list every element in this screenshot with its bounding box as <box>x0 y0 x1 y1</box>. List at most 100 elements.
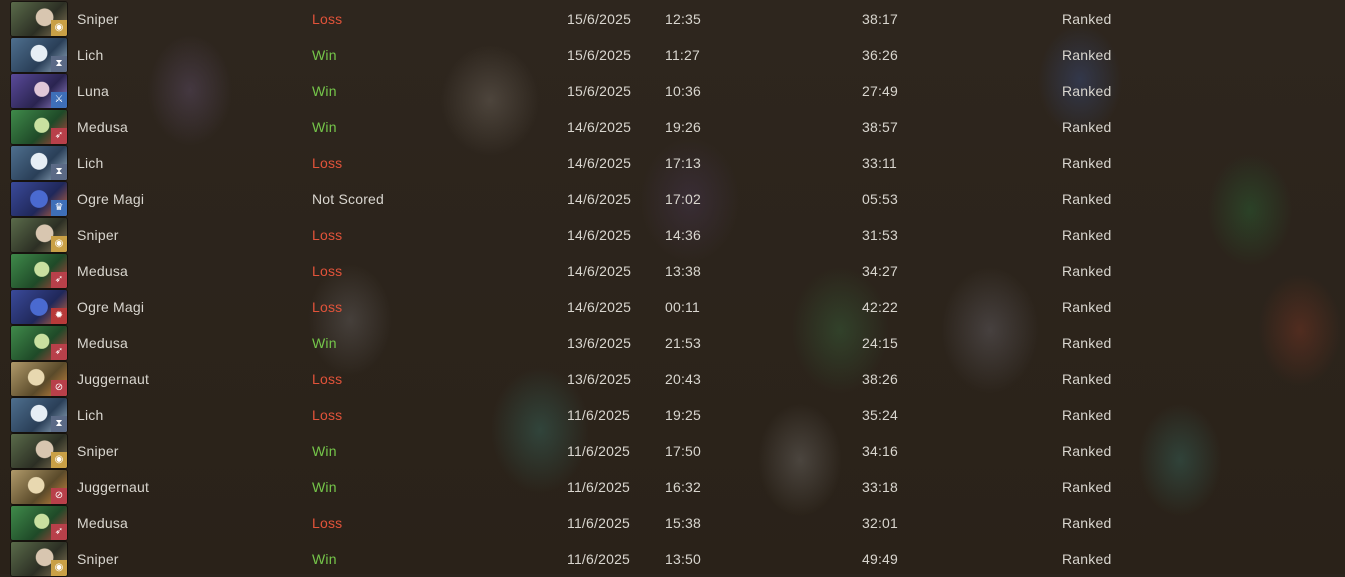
match-date: 14/6/2025 <box>567 263 632 279</box>
match-date: 11/6/2025 <box>567 443 631 459</box>
match-duration: 32:01 <box>862 515 899 531</box>
match-date: 14/6/2025 <box>567 227 632 243</box>
match-duration: 38:26 <box>862 371 899 387</box>
hero-portrait-icon: ➶ <box>11 110 67 144</box>
hero-portrait-icon: ◉ <box>11 2 67 36</box>
game-mode: Ranked <box>1062 11 1112 27</box>
match-row[interactable]: ⊘ Juggernaut Loss 13/6/2025 20:43 38:26 Ranked <box>0 361 1345 397</box>
game-mode: Ranked <box>1062 443 1112 459</box>
hero-portrait-icon: ⧗ <box>11 38 67 72</box>
hourglass-icon: ⧗ <box>51 416 67 432</box>
hero-name: Sniper <box>77 551 119 567</box>
match-result: Win <box>312 551 337 567</box>
match-time: 13:50 <box>665 551 702 567</box>
match-duration: 24:15 <box>862 335 899 351</box>
match-row[interactable]: ➶ Medusa Win 14/6/2025 19:26 38:57 Ranked <box>0 109 1345 145</box>
match-date: 11/6/2025 <box>567 551 631 567</box>
match-row[interactable]: ◉ Sniper Loss 15/6/2025 12:35 38:17 Ranked <box>0 1 1345 37</box>
match-date: 13/6/2025 <box>567 371 632 387</box>
hero-name: Lich <box>77 407 104 423</box>
game-mode: Ranked <box>1062 299 1112 315</box>
match-result: Win <box>312 119 337 135</box>
match-row[interactable]: ⧗ Lich Loss 11/6/2025 19:25 35:24 Ranked <box>0 397 1345 433</box>
match-row[interactable]: ⧗ Lich Loss 14/6/2025 17:13 33:11 Ranked <box>0 145 1345 181</box>
hero-name: Ogre Magi <box>77 299 145 315</box>
match-date: 11/6/2025 <box>567 479 631 495</box>
match-duration: 34:27 <box>862 263 899 279</box>
match-row[interactable]: ✹ Ogre Magi Loss 14/6/2025 00:11 42:22 Ranked <box>0 289 1345 325</box>
game-mode: Ranked <box>1062 371 1112 387</box>
hero-name: Sniper <box>77 443 119 459</box>
hero-portrait-icon: ♛ <box>11 182 67 216</box>
game-mode: Ranked <box>1062 335 1112 351</box>
match-row[interactable]: ➶ Medusa Loss 14/6/2025 13:38 34:27 Ranked <box>0 253 1345 289</box>
match-duration: 35:24 <box>862 407 899 423</box>
match-time: 15:38 <box>665 515 702 531</box>
match-time: 19:25 <box>665 407 702 423</box>
eye-icon: ◉ <box>51 452 67 468</box>
match-row[interactable]: ➶ Medusa Loss 11/6/2025 15:38 32:01 Ranked <box>0 505 1345 541</box>
bow-icon: ➶ <box>51 524 67 540</box>
hero-portrait-icon: ⊘ <box>11 362 67 396</box>
match-time: 13:38 <box>665 263 702 279</box>
match-duration: 33:18 <box>862 479 899 495</box>
match-result: Loss <box>312 299 343 315</box>
hero-name: Juggernaut <box>77 371 150 387</box>
match-date: 14/6/2025 <box>567 155 632 171</box>
match-time: 20:43 <box>665 371 702 387</box>
game-mode: Ranked <box>1062 515 1112 531</box>
match-time: 00:11 <box>665 299 700 315</box>
match-date: 14/6/2025 <box>567 299 632 315</box>
hourglass-icon: ⧗ <box>51 56 67 72</box>
match-result: Win <box>312 335 337 351</box>
hero-name: Medusa <box>77 335 129 351</box>
hero-name: Sniper <box>77 227 119 243</box>
match-date: 11/6/2025 <box>567 515 631 531</box>
hero-portrait-icon: ◉ <box>11 218 67 252</box>
bow-icon: ➶ <box>51 272 67 288</box>
match-time: 12:35 <box>665 11 702 27</box>
skull-icon: ✹ <box>51 308 67 324</box>
match-row[interactable]: ➶ Medusa Win 13/6/2025 21:53 24:15 Ranked <box>0 325 1345 361</box>
hero-name: Luna <box>77 83 109 99</box>
match-row[interactable]: ◉ Sniper Win 11/6/2025 13:50 49:49 Ranked <box>0 541 1345 577</box>
match-result: Loss <box>312 155 343 171</box>
match-row[interactable]: ◉ Sniper Loss 14/6/2025 14:36 31:53 Ranked <box>0 217 1345 253</box>
game-mode: Ranked <box>1062 227 1112 243</box>
match-row[interactable]: ⚔ Luna Win 15/6/2025 10:36 27:49 Ranked <box>0 73 1345 109</box>
game-mode: Ranked <box>1062 551 1112 567</box>
hero-portrait-icon: ➶ <box>11 506 67 540</box>
hero-name: Lich <box>77 155 104 171</box>
match-time: 21:53 <box>665 335 702 351</box>
match-duration: 33:11 <box>862 155 897 171</box>
hero-name: Sniper <box>77 11 119 27</box>
match-result: Loss <box>312 11 343 27</box>
crown-icon: ♛ <box>51 200 67 216</box>
sword-icon: ⚔ <box>51 92 67 108</box>
hero-name: Ogre Magi <box>77 191 145 207</box>
match-result: Loss <box>312 371 343 387</box>
game-mode: Ranked <box>1062 407 1112 423</box>
match-duration: 36:26 <box>862 47 899 63</box>
match-time: 11:27 <box>665 47 700 63</box>
match-duration: 34:16 <box>862 443 899 459</box>
game-mode: Ranked <box>1062 47 1112 63</box>
match-result: Win <box>312 83 337 99</box>
match-date: 15/6/2025 <box>567 11 632 27</box>
game-mode: Ranked <box>1062 263 1112 279</box>
match-duration: 05:53 <box>862 191 899 207</box>
match-date: 15/6/2025 <box>567 83 632 99</box>
match-result: Not Scored <box>312 191 385 207</box>
bow-icon: ➶ <box>51 344 67 360</box>
match-date: 11/6/2025 <box>567 407 631 423</box>
match-result: Loss <box>312 515 343 531</box>
eye-icon: ◉ <box>51 236 67 252</box>
match-date: 15/6/2025 <box>567 47 632 63</box>
match-row[interactable]: ⧗ Lich Win 15/6/2025 11:27 36:26 Ranked <box>0 37 1345 73</box>
match-row[interactable]: ♛ Ogre Magi Not Scored 14/6/2025 17:02 05:53 R… <box>0 181 1345 217</box>
match-time: 10:36 <box>665 83 702 99</box>
match-row[interactable]: ⊘ Juggernaut Win 11/6/2025 16:32 33:18 Ranked <box>0 469 1345 505</box>
hero-portrait-icon: ⚔ <box>11 74 67 108</box>
match-row[interactable]: ◉ Sniper Win 11/6/2025 17:50 34:16 Ranked <box>0 433 1345 469</box>
match-time: 16:32 <box>665 479 702 495</box>
